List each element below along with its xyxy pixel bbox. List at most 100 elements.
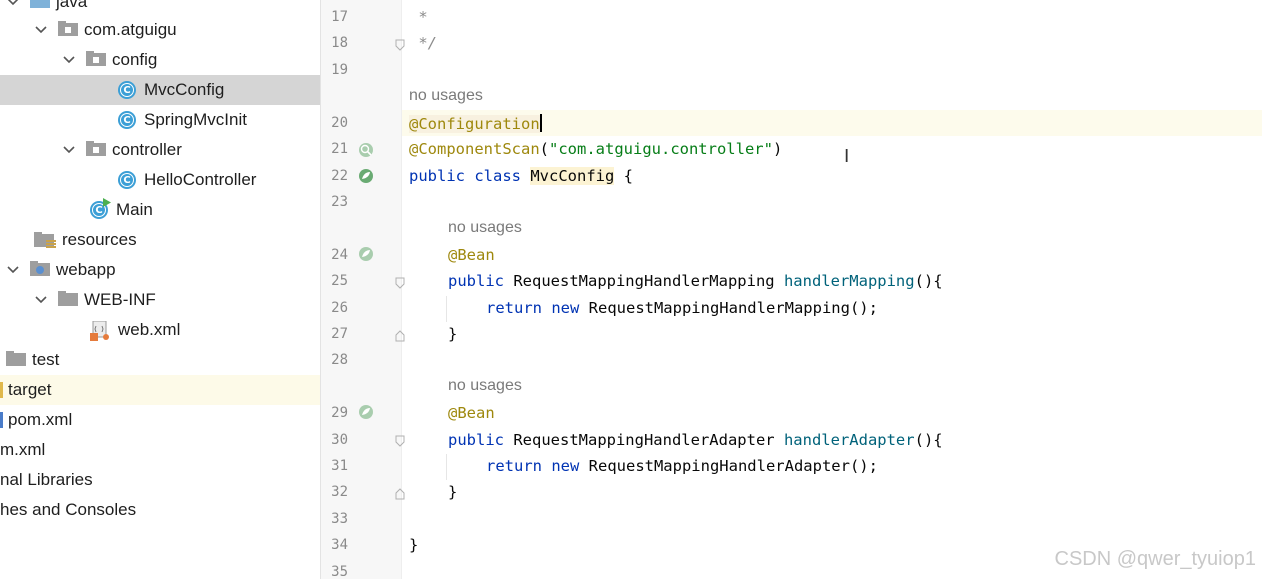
- line-number: 22: [331, 168, 348, 184]
- code-line-21[interactable]: @ComponentScan("com.atguigu.controller"): [409, 140, 782, 158]
- resources-folder-icon: [34, 231, 56, 249]
- tree-label: pom.xml: [8, 410, 73, 429]
- line-number: 26: [331, 300, 348, 316]
- spring-bean-gutter-icon[interactable]: [358, 404, 374, 420]
- indent-guide: [446, 454, 447, 480]
- fold-marker-icon[interactable]: [395, 38, 405, 51]
- tree-row-root-pom-xml[interactable]: m.xml: [0, 435, 320, 465]
- string-literal: "com.atguigu.controller": [549, 140, 773, 158]
- java-main-class-icon: C: [90, 198, 111, 219]
- line-number: 27: [331, 326, 348, 342]
- line-number: 29: [331, 405, 348, 421]
- class-name: MvcConfig: [530, 167, 615, 185]
- code-line-20[interactable]: @Configuration: [409, 114, 542, 133]
- tree-label: test: [32, 350, 60, 369]
- tree-label: com.atguigu: [84, 20, 177, 39]
- spring-bean-gutter-icon[interactable]: [358, 168, 374, 184]
- tree-row-hellocontroller[interactable]: C HelloController: [0, 165, 320, 195]
- tree-row-target[interactable]: target: [0, 375, 320, 405]
- constructor-call: RequestMappingHandlerAdapter();: [588, 457, 878, 475]
- fold-marker-icon[interactable]: [395, 329, 405, 342]
- tree-row-main[interactable]: C Main: [0, 195, 320, 225]
- tree-row-mvcconfig[interactable]: C MvcConfig: [0, 75, 320, 105]
- tree-label: SpringMvcInit: [144, 110, 247, 129]
- usages-hint[interactable]: no usages: [448, 219, 522, 237]
- annotation: @Configuration: [409, 115, 540, 133]
- code-line-22[interactable]: public class MvcConfig {: [409, 167, 633, 185]
- xml-file-icon: [90, 320, 112, 341]
- paren: (: [539, 140, 549, 158]
- tree-row-test[interactable]: test: [0, 345, 320, 375]
- tree-row-scratches[interactable]: hes and Consoles: [0, 495, 320, 525]
- method-name: handlerAdapter: [783, 431, 915, 449]
- project-tool-window: java com.atguigu config C MvcConfig C Sp…: [0, 0, 320, 579]
- constructor-call: RequestMappingHandlerMapping();: [588, 299, 878, 317]
- tree-row-controller[interactable]: controller: [0, 135, 320, 165]
- tree-row-springmvcinit[interactable]: C SpringMvcInit: [0, 105, 320, 135]
- spring-bean-gutter-icon[interactable]: [358, 246, 374, 262]
- tree-row-config[interactable]: config: [0, 45, 320, 75]
- maven-file-icon: [0, 412, 3, 428]
- code-line-31[interactable]: return new RequestMappingHandlerAdapter(…: [486, 457, 878, 475]
- fold-marker-icon[interactable]: [395, 487, 405, 500]
- line-number: 25: [331, 273, 348, 289]
- line-number: 17: [331, 9, 348, 25]
- line-number: 21: [331, 141, 348, 157]
- tree-label: webapp: [56, 260, 116, 279]
- line-number: 24: [331, 247, 348, 263]
- code-line-17[interactable]: *: [409, 8, 427, 26]
- tree-label: config: [112, 50, 158, 69]
- chevron-down-icon[interactable]: [62, 143, 76, 157]
- mouse-ibeam-cursor-icon: I: [844, 146, 850, 167]
- chevron-down-icon[interactable]: [6, 263, 20, 277]
- chevron-down-icon[interactable]: [62, 53, 76, 67]
- code-line-24[interactable]: @Bean: [448, 246, 495, 264]
- keyword: public: [448, 272, 514, 290]
- tree-row-resources[interactable]: resources: [0, 225, 320, 255]
- line-number: 19: [331, 62, 348, 78]
- folder-icon: [6, 351, 26, 369]
- package-icon: [86, 51, 106, 69]
- code-line-34[interactable]: }: [409, 536, 418, 554]
- java-class-icon: C: [118, 81, 136, 99]
- paren: (){: [914, 272, 943, 290]
- package-icon: [58, 21, 78, 39]
- code-line-18[interactable]: */: [409, 34, 437, 52]
- chevron-down-icon[interactable]: [6, 0, 20, 9]
- line-number: 23: [331, 194, 348, 210]
- line-number: 28: [331, 352, 348, 368]
- tree-row-web-xml[interactable]: web.xml: [0, 315, 320, 345]
- code-line-30[interactable]: public RequestMappingHandlerAdapter hand…: [448, 431, 943, 449]
- usages-hint[interactable]: no usages: [409, 87, 483, 105]
- fold-marker-icon[interactable]: [395, 434, 405, 447]
- tree-row-external-libraries[interactable]: nal Libraries: [0, 465, 320, 495]
- code-line-27[interactable]: }: [448, 325, 457, 343]
- line-number: 20: [331, 115, 348, 131]
- web-folder-icon: [30, 261, 50, 279]
- indent-guide: [446, 296, 447, 322]
- component-scan-gutter-icon[interactable]: [358, 142, 374, 158]
- tree-row-webapp[interactable]: webapp: [0, 255, 320, 285]
- tree-row-pom-xml[interactable]: pom.xml: [0, 405, 320, 435]
- tree-label: nal Libraries: [0, 470, 93, 489]
- keyword: return new: [486, 457, 589, 475]
- tree-label: target: [8, 380, 52, 399]
- tree-label: WEB-INF: [84, 290, 156, 309]
- code-line-32[interactable]: }: [448, 483, 457, 501]
- code-line-26[interactable]: return new RequestMappingHandlerMapping(…: [486, 299, 878, 317]
- code-line-29[interactable]: @Bean: [448, 404, 495, 422]
- line-number: 32: [331, 484, 348, 500]
- code-line-25[interactable]: public RequestMappingHandlerMapping hand…: [448, 272, 943, 290]
- tree-row-com-atguigu[interactable]: com.atguigu: [0, 15, 320, 45]
- watermark: CSDN @qwer_tyuiop1: [1054, 548, 1257, 570]
- usages-hint[interactable]: no usages: [448, 377, 522, 395]
- tree-label: m.xml: [0, 440, 46, 459]
- folder-icon: [58, 291, 78, 309]
- fold-marker-icon[interactable]: [395, 276, 405, 289]
- chevron-down-icon[interactable]: [34, 293, 48, 307]
- chevron-down-icon[interactable]: [34, 23, 48, 37]
- tree-label: java: [56, 0, 88, 11]
- method-name: handlerMapping: [783, 272, 915, 290]
- tree-row-web-inf[interactable]: WEB-INF: [0, 285, 320, 315]
- paren: (){: [914, 431, 943, 449]
